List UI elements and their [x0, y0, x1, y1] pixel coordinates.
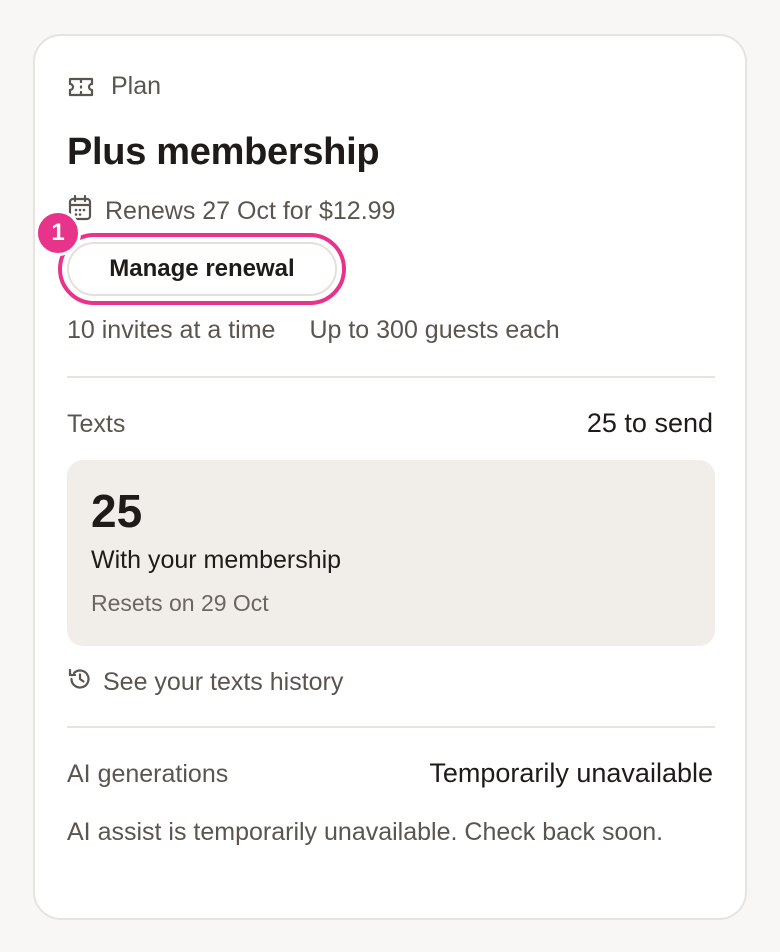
plan-header: Plan — [67, 72, 161, 101]
history-icon — [67, 666, 93, 699]
texts-label: Texts — [67, 410, 126, 438]
manage-renewal-button[interactable]: Manage renewal — [67, 242, 337, 296]
plan-card: Plan Plus membership Renews 27 Oct for $… — [33, 34, 747, 920]
plan-label: Plan — [111, 72, 162, 100]
feature-guests: Up to 300 guests each — [309, 316, 560, 344]
texts-history-link[interactable]: See your texts history — [67, 666, 343, 699]
manage-renewal-highlight: Manage renewal — [58, 233, 346, 305]
texts-value: 25 to send — [586, 408, 713, 438]
step-badge: 1 — [35, 210, 81, 256]
plan-title: Plus membership — [67, 131, 380, 173]
ticket-icon — [67, 76, 95, 98]
plan-features: 10 invites at a time Up to 300 guests ea… — [67, 316, 560, 345]
renewal-info: Renews 27 Oct for $12.99 — [67, 194, 395, 229]
texts-caption: With your membership — [91, 546, 342, 574]
feature-invites: 10 invites at a time — [67, 316, 276, 344]
ai-note: AI assist is temporarily unavailable. Ch… — [67, 818, 664, 846]
ai-status: Temporarily unavailable — [429, 758, 713, 788]
divider — [67, 726, 715, 728]
divider — [67, 376, 715, 378]
texts-reset-date: Resets on 29 Oct — [91, 590, 269, 616]
renews-text: Renews 27 Oct for $12.99 — [105, 197, 396, 225]
texts-summary-box: 25 With your membership Resets on 29 Oct — [67, 460, 715, 646]
texts-count: 25 — [91, 485, 143, 537]
ai-label: AI generations — [67, 760, 229, 788]
history-link-label[interactable]: See your texts history — [103, 668, 343, 697]
